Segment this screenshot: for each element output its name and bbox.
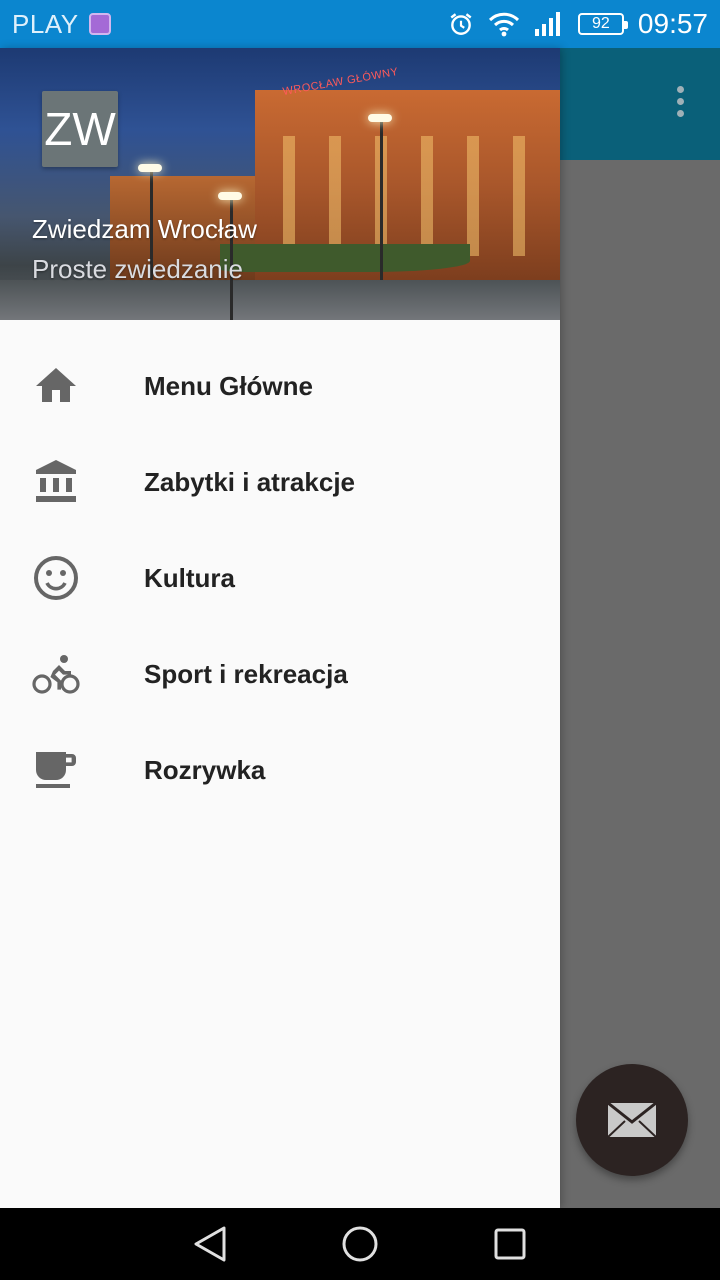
status-icons: 92 09:57 (448, 8, 708, 40)
carrier-label: PLAY (12, 8, 79, 39)
home-icon (32, 362, 80, 410)
header-photo-lawn (220, 244, 470, 272)
alarm-icon (450, 13, 472, 35)
coffee-cup-icon (32, 746, 80, 794)
menu-item-main[interactable]: Menu Główne (0, 338, 560, 434)
menu-item-sport[interactable]: Sport i rekreacja (0, 626, 560, 722)
clock: 09:57 (637, 8, 708, 39)
header-photo-windows (265, 136, 545, 256)
wifi-icon (488, 12, 519, 37)
menu-item-label: Rozrywka (144, 754, 266, 785)
email-fab-button[interactable] (576, 1064, 688, 1176)
recents-button[interactable] (490, 1224, 530, 1264)
drawer-header: WROCŁAW GŁÓWNY ZW Zwiedzam Wrocław Prost… (0, 48, 560, 320)
bike-icon (32, 650, 80, 698)
mail-icon (607, 1102, 657, 1138)
menu-item-label: Sport i rekreacja (144, 658, 348, 689)
app-avatar: ZW (42, 91, 118, 167)
status-bar: PLAY 92 09:57 (0, 0, 720, 48)
drawer-subtitle: Proste zwiedzanie (32, 254, 243, 284)
battery-level: 92 (592, 15, 610, 32)
signal-icon (534, 12, 560, 36)
recents-icon (494, 1228, 526, 1260)
museum-icon (32, 458, 80, 506)
street-lamp (368, 114, 392, 280)
home-button[interactable] (340, 1224, 380, 1264)
battery-icon: 92 (577, 13, 628, 35)
drawer-title: Zwiedzam Wrocław (32, 214, 257, 244)
menu-item-monuments[interactable]: Zabytki i atrakcje (0, 434, 560, 530)
header-photo-ground (0, 280, 560, 320)
system-navigation-bar (0, 1208, 720, 1280)
menu-item-entertainment[interactable]: Rozrywka (0, 722, 560, 818)
menu-item-label: Menu Główne (144, 370, 313, 401)
smiley-icon (32, 554, 80, 602)
menu-item-label: Kultura (144, 562, 235, 593)
drawer-menu: Menu Główne Zabytki i atrakcje Kultura S… (0, 320, 560, 818)
menu-item-label: Zabytki i atrakcje (144, 466, 355, 497)
gallery-notification-icon (88, 13, 111, 35)
back-button[interactable] (190, 1224, 230, 1264)
overflow-menu-icon[interactable] (677, 86, 684, 117)
menu-item-culture[interactable]: Kultura (0, 530, 560, 626)
navigation-drawer: WROCŁAW GŁÓWNY ZW Zwiedzam Wrocław Prost… (0, 48, 560, 1208)
back-icon (194, 1226, 226, 1262)
home-circle-icon (342, 1226, 378, 1262)
